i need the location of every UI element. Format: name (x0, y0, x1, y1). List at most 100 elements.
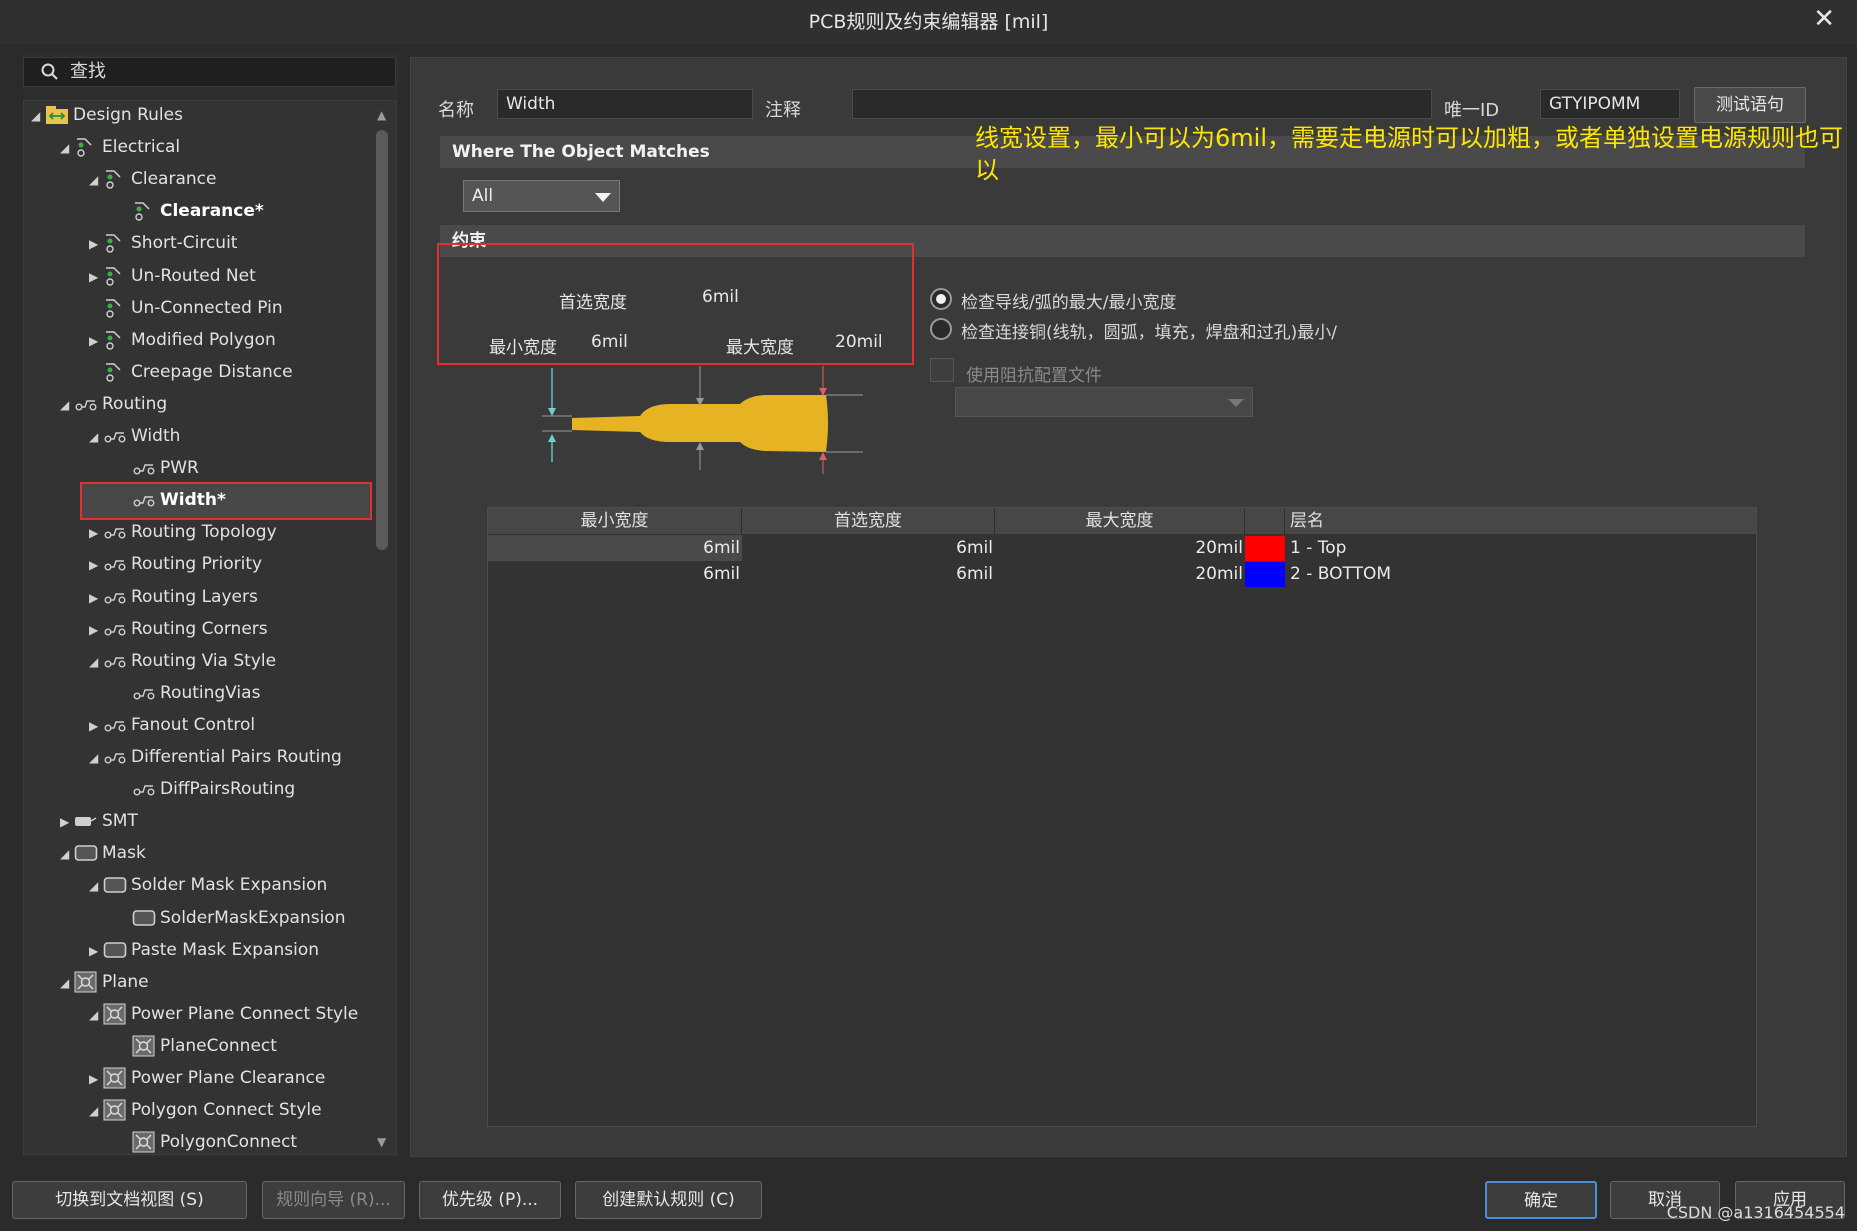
tree-item-creepage-distance[interactable]: Creepage Distance (89, 358, 293, 386)
tree-item-planeconnect[interactable]: PlaneConnect (118, 1032, 277, 1060)
tree-item-routing-layers[interactable]: ▶ Routing Layers (89, 583, 258, 611)
collapse-arrow-icon[interactable]: ◢ (60, 969, 74, 997)
expand-arrow-icon[interactable]: ▶ (89, 584, 103, 612)
tree-item-un-routed-net[interactable]: ▶ Un-Routed Net (89, 262, 256, 290)
tree-item-routing[interactable]: ◢ Routing (60, 390, 167, 418)
route-icon (132, 682, 156, 704)
ok-button[interactable]: 确定 (1485, 1181, 1597, 1219)
tree-item-plane[interactable]: ◢ Plane (60, 968, 149, 996)
tree-item-polygon-connect-style[interactable]: ◢ Polygon Connect Style (89, 1096, 322, 1124)
document-view-button[interactable]: 切换到文档视图 (S) (12, 1181, 247, 1219)
tree-item-power-plane-connect-style[interactable]: ◢ Power Plane Connect Style (89, 1000, 358, 1028)
tree-item-modified-polygon[interactable]: ▶ Modified Polygon (89, 326, 276, 354)
tree-scrollbar[interactable] (376, 130, 388, 550)
scroll-up-icon[interactable]: ▲ (377, 108, 386, 122)
tree-item-soldermaskexpansion[interactable]: SolderMaskExpansion (118, 904, 345, 932)
collapse-arrow-icon[interactable]: ◢ (89, 872, 103, 900)
tree-item-clearance[interactable]: ◢ Clearance (89, 165, 216, 193)
table-row[interactable]: 6mil 6mil 20mil 2 - BOTTOM (488, 561, 1756, 587)
tree-item-width[interactable]: Width* (118, 486, 226, 514)
column-header-min[interactable]: 最小宽度 (488, 508, 742, 534)
expand-arrow-icon[interactable]: ▶ (60, 808, 74, 836)
tree-item-routing-via-style[interactable]: ◢ Routing Via Style (89, 647, 276, 675)
row-min-width[interactable]: 6mil (488, 561, 742, 587)
radio-check-copper-width[interactable] (930, 318, 952, 340)
collapse-arrow-icon[interactable]: ◢ (60, 391, 74, 419)
tree-item-short-circuit[interactable]: ▶ Short-Circuit (89, 229, 237, 257)
radio-check-track-width-label: 检查导线/弧的最大/最小宽度 (961, 293, 1177, 313)
tree-item-smt[interactable]: ▶ SMT (60, 807, 138, 835)
column-header-max[interactable]: 最大宽度 (995, 508, 1245, 534)
row-min-width[interactable]: 6mil (488, 535, 742, 561)
design-rules-icon (45, 104, 69, 126)
expand-arrow-icon[interactable]: ▶ (89, 263, 103, 291)
collapse-arrow-icon[interactable]: ◢ (89, 166, 103, 194)
route-icon (103, 425, 127, 447)
close-icon[interactable]: ✕ (1813, 4, 1835, 34)
expand-arrow-icon[interactable]: ▶ (89, 1065, 103, 1093)
impedance-checkbox[interactable] (930, 358, 954, 382)
row-max-width[interactable]: 20mil (995, 561, 1245, 587)
expand-arrow-icon[interactable]: ▶ (89, 937, 103, 965)
tree-item-label: Clearance* (160, 201, 264, 221)
collapse-arrow-icon[interactable]: ◢ (89, 1097, 103, 1125)
tree-item-un-connected-pin[interactable]: Un-Connected Pin (89, 294, 283, 322)
expand-arrow-icon[interactable]: ▶ (89, 551, 103, 579)
row-pref-width[interactable]: 6mil (742, 535, 995, 561)
tree-item-label: Short-Circuit (131, 233, 238, 253)
tree-item-pwr[interactable]: PWR (118, 454, 199, 482)
test-query-button[interactable]: 测试语句 (1694, 87, 1806, 123)
tree-item-mask[interactable]: ◢ Mask (60, 839, 146, 867)
table-row[interactable]: 6mil 6mil 20mil 1 - Top (488, 535, 1756, 561)
min-width-value[interactable]: 6mil (591, 332, 628, 352)
uid-field[interactable]: GTYIPOMM (1540, 89, 1680, 119)
tree-item-fanout-control[interactable]: ▶ Fanout Control (89, 711, 255, 739)
collapse-arrow-icon[interactable]: ◢ (89, 1001, 103, 1029)
tree-item-routingvias[interactable]: RoutingVias (118, 679, 260, 707)
comment-field[interactable] (852, 89, 1432, 119)
expand-arrow-icon[interactable]: ▶ (89, 519, 103, 547)
tree-item-polygonconnect[interactable]: PolygonConnect (118, 1128, 297, 1156)
row-pref-width[interactable]: 6mil (742, 561, 995, 587)
tree-item-design-rules[interactable]: ◢ Design Rules (31, 101, 183, 129)
collapse-arrow-icon[interactable]: ◢ (89, 648, 103, 676)
create-default-rules-button[interactable]: 创建默认规则 (C) (575, 1181, 762, 1219)
collapse-arrow-icon[interactable]: ◢ (89, 744, 103, 772)
tree-item-power-plane-clearance[interactable]: ▶ Power Plane Clearance (89, 1064, 325, 1092)
rule-icon (103, 168, 127, 190)
collapse-arrow-icon[interactable]: ◢ (60, 840, 74, 868)
tree-item-width[interactable]: ◢ Width (89, 422, 180, 450)
expand-arrow-icon[interactable]: ▶ (89, 712, 103, 740)
tree-item-diffpairsrouting[interactable]: DiffPairsRouting (118, 775, 295, 803)
tree-item-differential-pairs-routing[interactable]: ◢ Differential Pairs Routing (89, 743, 342, 771)
column-header-layer[interactable]: 层名 (1285, 508, 1756, 534)
tree-item-routing-topology[interactable]: ▶ Routing Topology (89, 518, 277, 546)
name-field[interactable]: Width (497, 89, 753, 119)
expand-arrow-icon[interactable]: ▶ (89, 230, 103, 258)
tree-item-paste-mask-expansion[interactable]: ▶ Paste Mask Expansion (89, 936, 319, 964)
match-scope-dropdown[interactable]: All (463, 180, 620, 212)
tree-item-electrical[interactable]: ◢ Electrical (60, 133, 180, 161)
tree-item-label: SMT (102, 811, 138, 831)
scroll-down-icon[interactable]: ▼ (377, 1135, 386, 1149)
smt-icon (74, 810, 98, 832)
preferred-width-value[interactable]: 6mil (702, 287, 739, 307)
expand-arrow-icon[interactable]: ▶ (89, 616, 103, 644)
expand-arrow-icon[interactable]: ▶ (89, 327, 103, 355)
table-header: 最小宽度 首选宽度 最大宽度 层名 (488, 508, 1756, 534)
collapse-arrow-icon[interactable]: ◢ (89, 423, 103, 451)
row-max-width[interactable]: 20mil (995, 535, 1245, 561)
tree-item-routing-corners[interactable]: ▶ Routing Corners (89, 615, 268, 643)
column-header-pref[interactable]: 首选宽度 (742, 508, 995, 534)
max-width-value[interactable]: 20mil (835, 332, 883, 352)
collapse-arrow-icon[interactable]: ◢ (31, 102, 45, 130)
radio-check-track-width[interactable] (930, 288, 952, 310)
priorities-button[interactable]: 优先级 (P)... (419, 1181, 561, 1219)
impedance-profile-select[interactable] (955, 387, 1253, 417)
collapse-arrow-icon[interactable]: ◢ (60, 134, 74, 162)
rule-wizard-button[interactable]: 规则向导 (R)... (262, 1181, 405, 1219)
tree-item-clearance[interactable]: Clearance* (118, 197, 264, 225)
tree-item-solder-mask-expansion[interactable]: ◢ Solder Mask Expansion (89, 871, 327, 899)
tree-item-routing-priority[interactable]: ▶ Routing Priority (89, 550, 262, 578)
plane-icon (103, 1067, 127, 1089)
